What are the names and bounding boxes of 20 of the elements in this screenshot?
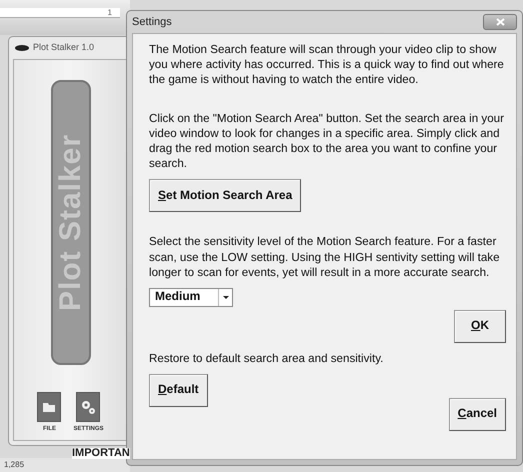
ok-button[interactable]: OK bbox=[454, 310, 506, 343]
close-icon bbox=[496, 18, 504, 26]
window-title: Plot Stalker 1.0 bbox=[33, 41, 94, 54]
document-text: IMPORTAN bbox=[72, 448, 130, 459]
restore-text: Restore to default search area and sensitivity. bbox=[149, 350, 384, 366]
close-button[interactable] bbox=[483, 14, 517, 30]
gears-icon bbox=[81, 400, 96, 414]
cancel-button[interactable]: Cancel bbox=[448, 398, 506, 431]
dialog-title: Settings bbox=[132, 14, 172, 30]
app-icon bbox=[15, 44, 29, 51]
status-text: 1,285 bbox=[4, 459, 24, 471]
sensitivity-text: Select the sensitivity level of the Motion Search feature. For a faster scan, use the LOW setting. Using the HIGH sentivity setting will take longer to scan for events, yet will result in a more accurate search. bbox=[149, 234, 501, 280]
ruler-mark: 1 bbox=[108, 6, 112, 18]
intro-text: The Motion Search feature will scan through your video clip to show you where activity has occurred. This is a quick way to find out where the game is without having to watch the entire video. bbox=[149, 42, 505, 88]
default-button[interactable]: Default bbox=[149, 374, 208, 407]
set-area-button[interactable]: Set Motion Search Area bbox=[149, 179, 302, 212]
folder-icon bbox=[43, 402, 56, 412]
dropdown-arrow-icon bbox=[222, 296, 228, 299]
sensitivity-dropdown[interactable]: Medium bbox=[149, 288, 233, 307]
instructions-text: Click on the "Motion Search Area" button. Set the search area in your video window to look for changes in a specific area. Simply click and drag the red motion search box to the area you want to confine your search. bbox=[149, 111, 505, 172]
